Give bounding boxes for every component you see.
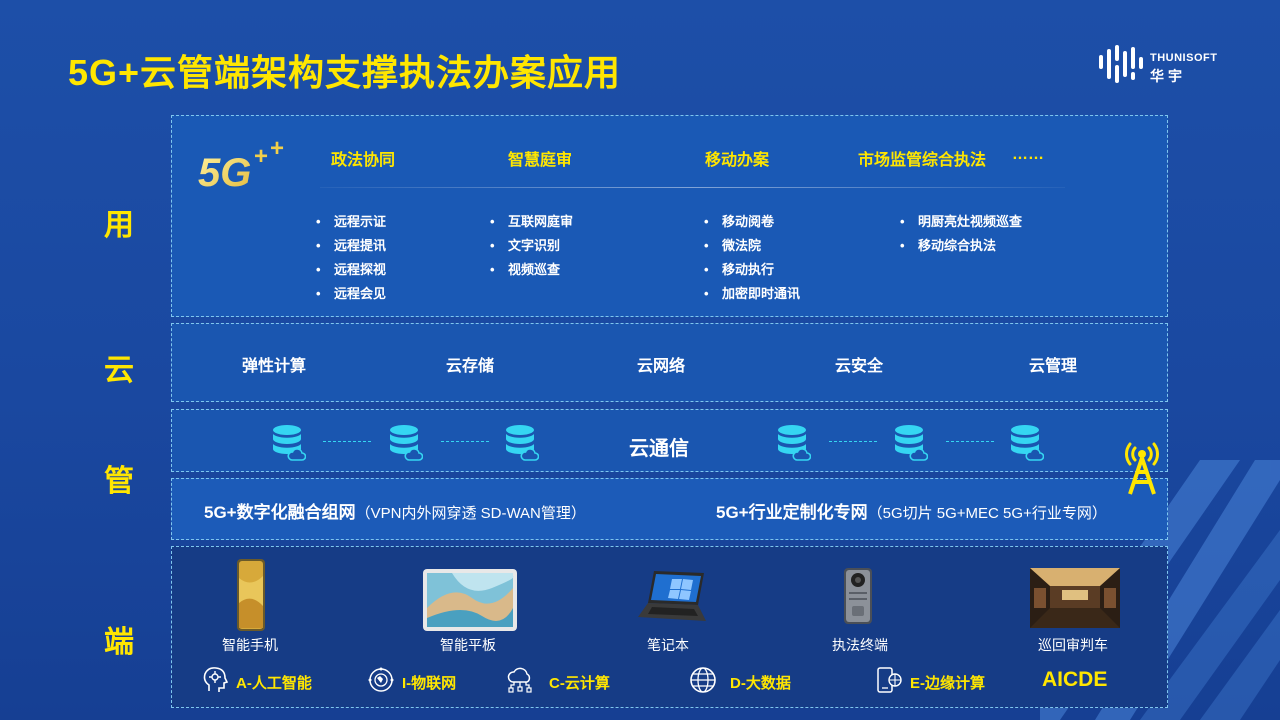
iot-globe-icon	[368, 667, 394, 692]
svg-text:+: +	[254, 143, 268, 170]
category-more: ……	[1012, 146, 1044, 163]
network-fusion-main: 5G+数字化融合组网	[204, 503, 356, 522]
category-smart-court: 智慧庭审	[508, 152, 573, 169]
device-label-vehicle: 巡回审判车	[1038, 637, 1108, 653]
logo-text-cn: 华宇	[1150, 68, 1186, 84]
network-fusion-text: 5G+数字化融合组网（VPN内外网穿透 SD-WAN管理）	[204, 498, 586, 523]
list-item: 移动综合执法	[900, 234, 1022, 258]
side-label-end: 端	[104, 626, 134, 659]
network-private-text: 5G+行业定制化专网（5G切片 5G+MEC 5G+行业专网）	[716, 498, 1107, 523]
category-political-collab: 政法协同	[331, 152, 396, 169]
list-item: 移动阅卷	[704, 210, 800, 234]
aicde-title: AICDE	[1042, 668, 1108, 691]
list-item: 微法院	[704, 234, 800, 258]
cloud-item-security: 云安全	[835, 358, 884, 375]
cloud-database-icon	[389, 424, 423, 462]
list-item: 远程会见	[316, 282, 386, 306]
category-mobile-case: 移动办案	[705, 152, 770, 169]
logo-text-en: THUNISOFT	[1150, 52, 1218, 64]
list-item: 移动执行	[704, 258, 800, 282]
side-label-app: 用	[104, 209, 134, 242]
tablet-icon	[423, 569, 517, 631]
mobile-court-vehicle-icon	[1030, 568, 1120, 628]
category-divider	[320, 187, 1065, 188]
list-political-collab: 远程示证 远程提讯 远程探视 远程会见	[316, 210, 386, 306]
aicde-edge-label: E-边缘计算	[910, 675, 986, 692]
network-fusion-sub: （VPN内外网穿透 SD-WAN管理）	[355, 505, 586, 522]
big-data-globe-icon	[690, 667, 716, 693]
page-title: 5G+云管端架构支撑执法办案应用	[68, 52, 622, 93]
device-label-laptop: 笔记本	[647, 637, 689, 653]
category-market-supervision: 市场监管综合执法	[858, 152, 987, 169]
cloud-item-storage: 云存储	[446, 358, 495, 375]
laptop-icon	[638, 571, 706, 621]
cloud-comm-label: 云通信	[629, 438, 689, 460]
aicde-cloud-label: C-云计算	[549, 675, 610, 692]
law-enforcement-terminal-icon	[844, 568, 872, 624]
cloud-database-icon	[272, 424, 306, 462]
network-private-main: 5G+行业定制化专网	[716, 503, 868, 522]
aicde-iot-label: I-物联网	[402, 675, 457, 692]
dashed-connector	[441, 441, 489, 442]
svg-text:+: +	[270, 138, 284, 162]
list-smart-court: 互联网庭审 文字识别 视频巡查	[490, 210, 573, 282]
list-market-supervision: 明厨亮灶视频巡查 移动综合执法	[900, 210, 1022, 258]
list-item: 明厨亮灶视频巡查	[900, 210, 1022, 234]
list-mobile-case: 移动阅卷 微法院 移动执行 加密即时通讯	[704, 210, 800, 306]
dashed-connector	[829, 441, 877, 442]
list-item: 加密即时通讯	[704, 282, 800, 306]
cloud-database-icon	[894, 424, 928, 462]
cloud-database-icon	[777, 424, 811, 462]
list-item: 远程示证	[316, 210, 386, 234]
aicde-ai-label: A-人工智能	[236, 675, 312, 692]
svg-text:5G: 5G	[198, 151, 251, 194]
cloud-computing-icon	[507, 667, 532, 693]
aicde-bigdata-label: D-大数据	[730, 675, 791, 692]
list-item: 文字识别	[490, 234, 573, 258]
network-private-sub: （5G切片 5G+MEC 5G+行业专网）	[867, 505, 1107, 522]
smartphone-icon	[237, 559, 265, 631]
ai-head-icon	[203, 667, 229, 692]
list-item: 远程提讯	[316, 234, 386, 258]
list-item: 视频巡查	[490, 258, 573, 282]
list-item: 远程探视	[316, 258, 386, 282]
signal-tower-icon	[1125, 442, 1159, 495]
dashed-connector	[946, 441, 994, 442]
list-item: 互联网庭审	[490, 210, 573, 234]
cloud-item-management: 云管理	[1029, 358, 1078, 375]
cloud-database-icon	[505, 424, 539, 462]
side-label-cloud: 云	[104, 354, 134, 387]
device-label-terminal: 执法终端	[832, 637, 888, 653]
device-label-phone: 智能手机	[222, 637, 278, 653]
5g-badge-icon: 5G + +	[198, 138, 284, 194]
cloud-database-icon	[1010, 424, 1044, 462]
device-label-tablet: 智能平板	[440, 637, 496, 653]
dashed-connector	[323, 441, 371, 442]
side-label-pipe: 管	[104, 465, 134, 498]
cloud-item-compute: 弹性计算	[242, 358, 307, 375]
cloud-item-network: 云网络	[637, 358, 686, 375]
edge-computing-icon	[877, 667, 902, 693]
